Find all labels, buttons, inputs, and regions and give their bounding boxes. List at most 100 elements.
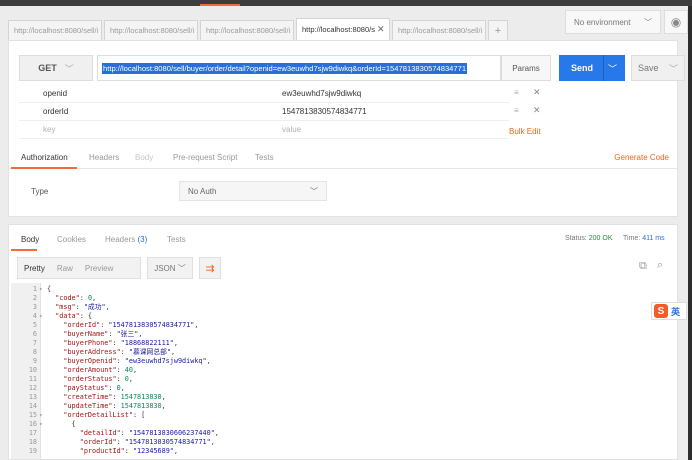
wrap-lines-icon[interactable]: ⇉: [199, 257, 221, 279]
headers-count: (3): [137, 235, 148, 244]
line-number: 18: [28, 438, 37, 446]
line-number: 16: [28, 420, 37, 428]
save-button[interactable]: Save ﹀: [631, 55, 685, 81]
line-number: 9: [32, 357, 37, 365]
code-text: "msg": "成功",: [55, 303, 110, 311]
response-body-editor[interactable]: 1 ▾{2 "code": 0, 3 "msg": "成功", 4 ▾ "data": …: [11, 283, 675, 459]
format-select[interactable]: JSON ﹀: [147, 257, 193, 279]
tab-response-headers[interactable]: Headers (3): [105, 235, 147, 244]
tab-bar: http://localhost:8080/sell/i http://loca…: [8, 18, 510, 40]
request-tabs: Authorization Headers Body Pre-request S…: [9, 147, 677, 169]
line-number: 5: [32, 321, 37, 329]
code-text: "buyerPhone": "18868822111",: [63, 339, 178, 347]
chevron-down-icon: ﹀: [177, 263, 186, 273]
tab-response-body[interactable]: Body: [21, 235, 39, 244]
tab-label: http://localhost:8080/s: [302, 25, 375, 34]
send-button[interactable]: Send ﹀: [559, 55, 625, 81]
send-divider: [603, 55, 604, 81]
code-text: "code": 0,: [55, 294, 97, 302]
url-input[interactable]: http://localhost:8080/sell/buyer/order/d…: [97, 55, 501, 81]
tab-request-1[interactable]: http://localhost:8080/sell/i: [8, 20, 102, 40]
time-label: Time:: [623, 235, 641, 242]
tab-label: http://localhost:8080/sell/i: [14, 26, 99, 35]
tab-request-2[interactable]: http://localhost:8080/sell/i: [104, 20, 198, 40]
delete-icon[interactable]: ✕: [533, 105, 541, 116]
code-text: "orderId": "1547813830574834771",: [79, 438, 215, 446]
method-select[interactable]: GET ﹀: [19, 55, 93, 81]
code-text: "payStatus": 0,: [63, 384, 125, 392]
auth-type-select[interactable]: No Auth ﹀: [179, 181, 327, 201]
param-row-new: key value: [19, 121, 509, 139]
copy-icon[interactable]: ⧉: [639, 260, 647, 273]
window-edge: [688, 6, 692, 460]
request-panel: GET ﹀ http://localhost:8080/sell/buyer/o…: [8, 40, 685, 217]
fold-arrow-icon[interactable]: ▾: [39, 312, 43, 321]
environment-select[interactable]: No environment ﹀: [565, 10, 661, 34]
code-text: "orderDetailList": [: [63, 411, 146, 419]
chevron-down-icon[interactable]: ﹀: [608, 62, 617, 75]
fold-arrow-icon[interactable]: ▾: [39, 420, 43, 429]
tab-request-5[interactable]: http://localhost:8080/sell/i: [392, 20, 486, 40]
delete-icon[interactable]: ✕: [533, 87, 541, 98]
param-value[interactable]: 1547813830574834771: [282, 107, 367, 116]
chevron-down-icon[interactable]: ﹀: [669, 62, 678, 75]
tab-request-3[interactable]: http://localhost:8080/sell/i: [200, 20, 294, 40]
time-value: 411 ms: [642, 235, 665, 242]
params-button[interactable]: Params: [501, 55, 551, 81]
fold-arrow-icon[interactable]: ▾: [39, 411, 43, 420]
chevron-down-icon: ﹀: [644, 17, 652, 27]
code-text: {: [47, 420, 76, 428]
param-key-placeholder[interactable]: key: [43, 125, 55, 134]
send-label: Send: [571, 63, 594, 73]
tab-response-tests[interactable]: Tests: [167, 235, 186, 244]
view-preview[interactable]: Preview: [79, 264, 119, 273]
tab-cookies[interactable]: Cookies: [57, 235, 86, 244]
bulk-edit-link[interactable]: Bulk Edit: [509, 127, 541, 136]
tab-authorization[interactable]: Authorization: [21, 153, 68, 162]
code-text: "updateTime": 1547813830,: [63, 402, 166, 410]
auth-type-label: Type: [31, 187, 49, 196]
environment-label: No environment: [574, 17, 631, 27]
active-tab-underline: [11, 167, 77, 169]
save-label: Save: [638, 63, 659, 73]
drag-handle-icon[interactable]: ≡: [514, 88, 519, 97]
line-number: 7: [32, 339, 37, 347]
param-value-placeholder[interactable]: value: [282, 125, 301, 134]
request-bar: GET ﹀ http://localhost:8080/sell/buyer/o…: [19, 55, 685, 81]
method-label: GET: [38, 63, 57, 73]
eye-icon[interactable]: ◉: [664, 10, 688, 34]
close-icon[interactable]: ✕: [377, 24, 385, 35]
view-raw[interactable]: Raw: [51, 264, 79, 273]
drag-handle-icon[interactable]: ≡: [514, 106, 519, 115]
line-number: 1: [32, 285, 37, 293]
code-text: "data": {: [55, 312, 93, 320]
line-number: 19: [28, 447, 37, 455]
generate-code-link[interactable]: Generate Code: [614, 153, 669, 162]
tab-request-4-active[interactable]: http://localhost:8080/s ✕: [296, 18, 390, 40]
fold-arrow-icon[interactable]: ▾: [39, 285, 43, 294]
top-accent: [200, 4, 240, 6]
chevron-down-icon: ﹀: [64, 63, 74, 74]
tab-tests[interactable]: Tests: [255, 153, 274, 162]
response-tabs: Body Cookies Headers (3) Tests Status: 2…: [9, 233, 677, 253]
search-icon[interactable]: ⌕: [657, 259, 663, 272]
url-text: http://localhost:8080/sell/buyer/order/d…: [102, 62, 468, 74]
view-pretty[interactable]: Pretty: [18, 264, 51, 273]
new-tab-button[interactable]: +: [488, 20, 508, 40]
tab-body[interactable]: Body: [135, 153, 153, 162]
ime-toolbar[interactable]: S 英: [651, 302, 687, 320]
param-row: orderId 1547813830574834771 ≡ ✕: [19, 103, 541, 121]
tab-headers[interactable]: Headers: [89, 153, 119, 162]
ime-mode-label: 英: [671, 306, 681, 317]
format-label: JSON: [154, 263, 176, 273]
status-value: 200 OK: [588, 235, 613, 242]
response-time: Time: 411 ms: [623, 235, 665, 242]
line-number: 3: [32, 303, 37, 311]
param-value[interactable]: ew3euwhd7sjw9diwkq: [282, 89, 361, 98]
tab-label: http://localhost:8080/sell/i: [110, 26, 195, 35]
code-text: "buyerName": "张三",: [63, 330, 143, 338]
code-text: "buyerOpenid": "ew3euwhd7sjw9diwkq",: [63, 357, 211, 365]
tab-pre-request-script[interactable]: Pre-request Script: [173, 153, 237, 162]
param-key[interactable]: openid: [43, 89, 67, 98]
param-key[interactable]: orderId: [43, 107, 68, 116]
